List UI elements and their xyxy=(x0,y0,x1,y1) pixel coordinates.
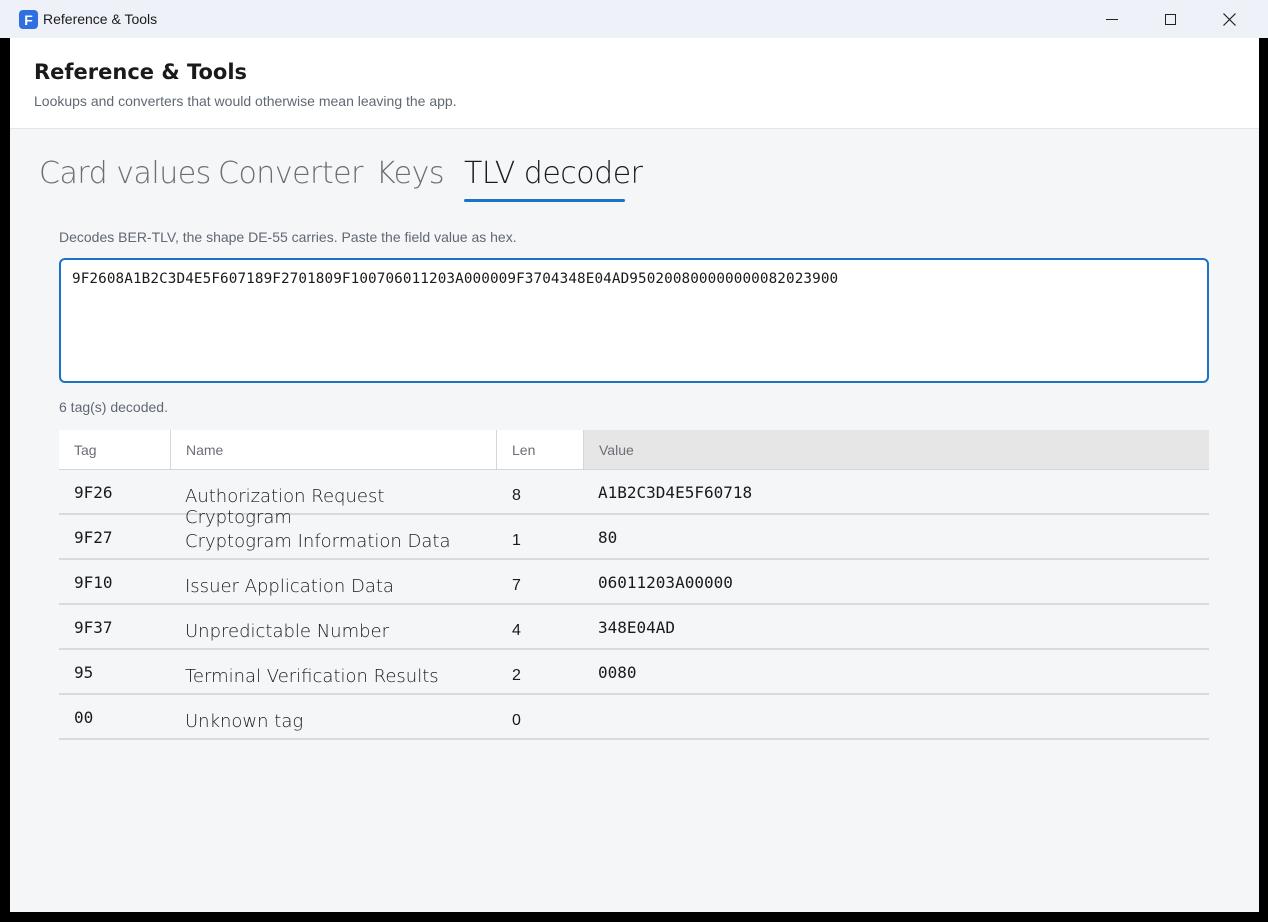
page-header: Reference & Tools Lookups and converters… xyxy=(10,38,1259,129)
table-row[interactable]: 9F10 Issuer Application Data 7 06011203A… xyxy=(59,560,1209,605)
app-window: F Reference & Tools Reference & Tools Lo… xyxy=(0,0,1268,922)
cell-len: 7 xyxy=(512,577,521,594)
minimize-icon xyxy=(1106,18,1118,20)
cell-value: 0080 xyxy=(598,663,637,682)
cell-value xyxy=(583,695,1209,738)
cell-len: 8 xyxy=(512,487,521,504)
main-content: Reference & Tools Lookups and converters… xyxy=(10,38,1259,912)
table-row[interactable]: 9F37 Unpredictable Number 4 348E04AD xyxy=(59,605,1209,650)
cell-len: 0 xyxy=(512,712,521,729)
cell-tag: 95 xyxy=(74,663,94,682)
column-header-value[interactable]: Value xyxy=(583,430,1209,469)
page-title: Reference & Tools xyxy=(34,60,248,84)
cell-tag: 9F27 xyxy=(74,528,113,547)
app-logo-icon: F xyxy=(19,10,38,29)
table-row[interactable]: 9F26 Authorization Request Cryptogram 8 … xyxy=(59,470,1209,528)
tab-converter[interactable]: Converter xyxy=(218,156,363,191)
cell-value: A1B2C3D4E5F60718 xyxy=(598,483,753,502)
tlv-table: Tag Name Len Value 9F26 Authorization Re… xyxy=(59,430,1209,740)
title-bar: F Reference & Tools xyxy=(0,0,1268,38)
maximize-button[interactable] xyxy=(1141,0,1199,38)
page-subtitle: Lookups and converters that would otherw… xyxy=(34,93,457,109)
cell-len: 4 xyxy=(512,622,521,639)
hex-input[interactable]: 9F2608A1B2C3D4E5F607189F2701809F10070601… xyxy=(59,258,1209,383)
table-row[interactable]: 9F27 Cryptogram Information Data 1 80 xyxy=(59,515,1209,560)
tlv-hint: Decodes BER-TLV, the shape DE-55 carries… xyxy=(59,229,517,245)
column-header-tag[interactable]: Tag xyxy=(59,430,170,469)
table-row[interactable]: 00 Unknown tag 0 xyxy=(59,695,1209,740)
close-icon xyxy=(1222,12,1236,26)
maximize-icon xyxy=(1164,13,1176,25)
tab-tlv-decoder[interactable]: TLV decoder xyxy=(464,156,643,191)
decode-status: 6 tag(s) decoded. xyxy=(59,399,168,415)
column-header-len[interactable]: Len xyxy=(496,430,583,469)
close-button[interactable] xyxy=(1200,0,1258,38)
cell-tag: 00 xyxy=(74,708,94,727)
cell-value: 348E04AD xyxy=(598,618,676,637)
cell-len: 1 xyxy=(512,532,521,549)
tab-card-values[interactable]: Card values xyxy=(39,156,211,191)
minimize-button[interactable] xyxy=(1083,0,1141,38)
column-header-name[interactable]: Name xyxy=(170,430,496,469)
cell-tag: 9F37 xyxy=(74,618,113,637)
active-tab-indicator xyxy=(464,199,625,202)
cell-value: 80 xyxy=(598,528,618,547)
cell-name: Unpredictable Number xyxy=(185,621,390,642)
cell-name: Issuer Application Data xyxy=(185,576,394,597)
cell-name: Cryptogram Information Data xyxy=(185,531,451,552)
cell-value: 06011203A00000 xyxy=(598,573,733,592)
table-header: Tag Name Len Value xyxy=(59,430,1209,470)
cell-tag: 9F26 xyxy=(74,483,113,502)
cell-name: Terminal Verification Results xyxy=(185,666,439,687)
cell-len: 2 xyxy=(512,667,521,684)
cell-tag: 9F10 xyxy=(74,573,113,592)
tab-keys[interactable]: Keys xyxy=(376,156,445,191)
window-title: Reference & Tools xyxy=(43,11,158,27)
cell-name: Unknown tag xyxy=(185,711,304,732)
table-row[interactable]: 95 Terminal Verification Results 2 0080 xyxy=(59,650,1209,695)
cell-name: Authorization Request Cryptogram xyxy=(185,486,385,528)
